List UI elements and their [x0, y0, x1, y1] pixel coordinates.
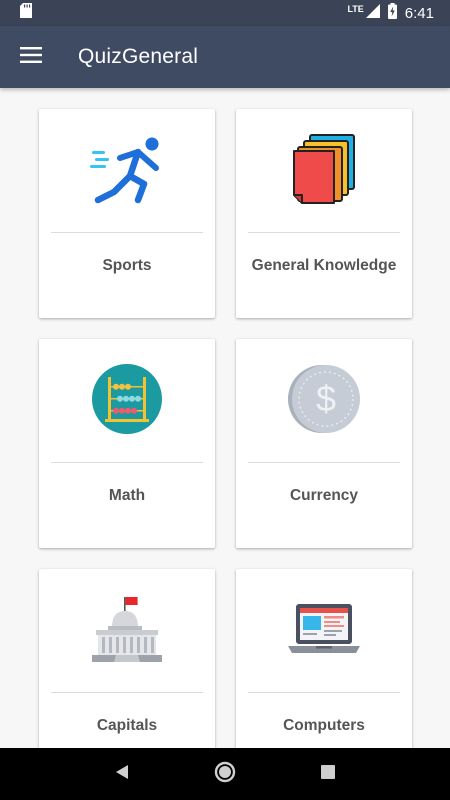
menu-button[interactable]	[0, 26, 62, 88]
abacus-icon	[91, 363, 163, 440]
battery-charging-icon	[387, 3, 397, 23]
status-icons: LTE 6:41	[347, 3, 434, 23]
category-card-capitals[interactable]: Capitals	[39, 569, 215, 748]
category-label: Currency	[289, 487, 359, 504]
category-card-currency[interactable]: $ Currency	[236, 339, 412, 548]
network-type: LTE	[347, 4, 364, 14]
card-divider	[51, 462, 203, 463]
card-divider	[51, 692, 203, 693]
card-divider	[248, 232, 400, 233]
recents-button[interactable]	[308, 754, 348, 794]
app-bar: QuizGeneral	[0, 26, 450, 88]
app-title: QuizGeneral	[78, 45, 199, 68]
category-grid: Sports General Knowledge Math $ Currency…	[0, 88, 450, 748]
category-label: Sports	[102, 257, 152, 274]
category-label: Capitals	[96, 717, 158, 734]
laptop-icon	[288, 602, 360, 661]
card-divider	[248, 462, 400, 463]
category-label: General Knowledge	[251, 257, 397, 274]
running-person-icon	[90, 134, 164, 209]
category-label: Math	[108, 487, 146, 504]
back-icon	[115, 764, 129, 785]
status-bar: LTE 6:41	[0, 0, 450, 26]
category-card-general-knowledge[interactable]: General Knowledge	[236, 109, 412, 318]
category-label: Computers	[283, 717, 365, 734]
home-button[interactable]	[205, 754, 245, 794]
category-card-math[interactable]: Math	[39, 339, 215, 548]
system-nav-bar	[0, 748, 450, 800]
stacked-notes-icon	[292, 133, 356, 210]
back-button[interactable]	[102, 754, 142, 794]
capitol-building-icon	[90, 593, 164, 670]
card-divider	[51, 232, 203, 233]
clock: 6:41	[404, 4, 434, 22]
signal-icon	[365, 4, 380, 22]
recents-icon	[321, 764, 336, 784]
sd-card-icon	[20, 3, 32, 23]
card-divider	[248, 692, 400, 693]
menu-icon	[20, 46, 42, 68]
category-card-sports[interactable]: Sports	[39, 109, 215, 318]
svg-text:$: $	[316, 378, 336, 419]
dollar-coin-icon: $	[288, 363, 360, 440]
category-card-computers[interactable]: Computers	[236, 569, 412, 748]
home-icon	[214, 761, 236, 788]
